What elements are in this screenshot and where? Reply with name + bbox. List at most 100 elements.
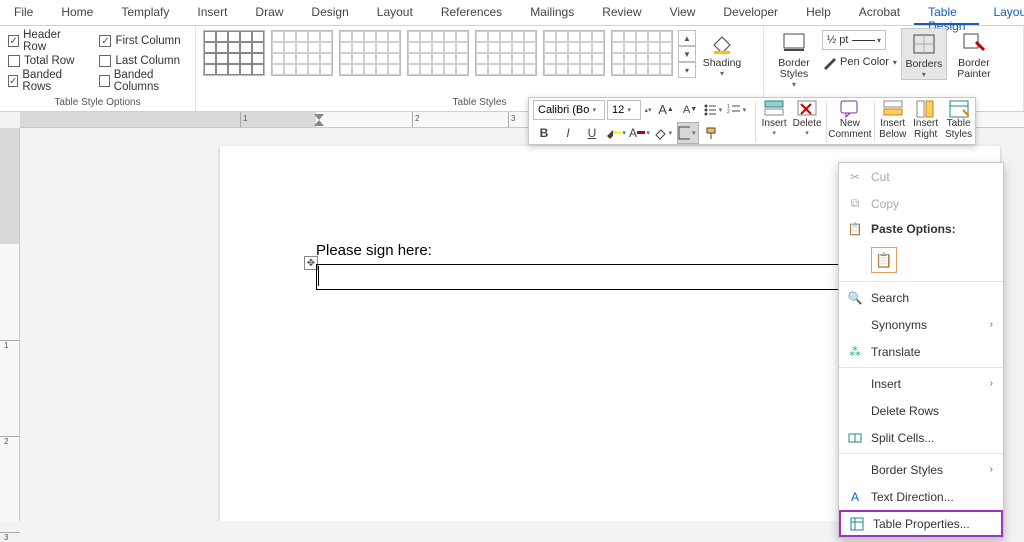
chk-banded-rows[interactable]: ✓Banded Rows xyxy=(6,72,83,90)
group-label-style-options: Table Style Options xyxy=(6,95,189,111)
border-styles-button[interactable]: Border Styles▾ xyxy=(770,28,818,89)
underline-button[interactable]: U xyxy=(581,122,603,144)
vertical-ruler[interactable]: 1 2 3 xyxy=(0,128,20,521)
shrink-font-button[interactable]: A▼ xyxy=(679,99,701,121)
context-menu: ✂Cut ⧉Copy 📋Paste Options: 📋 🔍Search Syn… xyxy=(838,162,1004,538)
chevron-right-icon: › xyxy=(990,464,993,475)
tab-file[interactable]: File xyxy=(0,0,47,25)
chk-last-column[interactable]: Last Column xyxy=(97,52,189,70)
mini-delete-button[interactable]: Delete▾ xyxy=(791,98,824,144)
search-icon: 🔍 xyxy=(847,290,863,306)
table-style-thumb[interactable] xyxy=(271,30,333,76)
insert-below-icon xyxy=(883,100,903,118)
tab-layout-context[interactable]: Layout xyxy=(979,0,1024,25)
chk-header-row[interactable]: ✓Header Row xyxy=(6,32,83,50)
svg-text:2: 2 xyxy=(727,109,730,115)
borders-mini-button[interactable]: ▾ xyxy=(677,122,699,144)
table-styles-icon xyxy=(949,100,969,118)
chk-first-column[interactable]: ✓First Column xyxy=(97,32,189,50)
pen-weight-select[interactable]: ½ pt▾ xyxy=(822,30,897,50)
paste-keep-source-button[interactable]: 📋 xyxy=(871,247,897,273)
highlight-button[interactable]: ▾ xyxy=(605,122,627,144)
tab-developer[interactable]: Developer xyxy=(709,0,792,25)
italic-button[interactable]: I xyxy=(557,122,579,144)
pen-color-button[interactable]: Pen Color▾ xyxy=(822,52,897,72)
ctx-insert[interactable]: Insert› xyxy=(839,370,1003,397)
insert-below-button[interactable]: Insert Below xyxy=(876,98,909,144)
tab-review[interactable]: Review xyxy=(588,0,655,25)
tab-help[interactable]: Help xyxy=(792,0,845,25)
scissors-icon: ✂ xyxy=(847,169,863,185)
tab-templafy[interactable]: Templafy xyxy=(107,0,183,25)
mini-toolbar: Calibri (Bo▾ 12▾ ▴▾ A▲ A▼ ▾ 12▾ B I U ▾ … xyxy=(528,97,976,145)
grow-font-button[interactable]: A▲ xyxy=(655,99,677,121)
bullets-button[interactable]: ▾ xyxy=(703,99,725,121)
ctx-search[interactable]: 🔍Search xyxy=(839,284,1003,311)
ctx-cut[interactable]: ✂Cut xyxy=(839,163,1003,190)
translate-icon: ⁂ xyxy=(847,344,863,360)
tab-mailings[interactable]: Mailings xyxy=(516,0,588,25)
font-color-button[interactable]: A▾ xyxy=(629,122,651,144)
tab-design[interactable]: Design xyxy=(297,0,362,25)
table-properties-icon xyxy=(849,516,865,532)
ctx-text-direction[interactable]: AText Direction... xyxy=(839,483,1003,510)
gallery-spinner[interactable]: ▲▼▾ xyxy=(678,30,696,78)
border-painter-button[interactable]: Border Painter xyxy=(951,28,997,80)
tab-layout[interactable]: Layout xyxy=(363,0,427,25)
format-painter-button[interactable] xyxy=(701,122,723,144)
ctx-delete-rows[interactable]: Delete Rows xyxy=(839,397,1003,424)
table-style-thumb[interactable] xyxy=(611,30,673,76)
font-select[interactable]: Calibri (Bo▾ xyxy=(533,100,605,120)
chk-banded-columns[interactable]: Banded Columns xyxy=(97,72,189,90)
pen-icon xyxy=(822,54,838,70)
table-style-thumb[interactable] xyxy=(339,30,401,76)
insert-right-button[interactable]: Insert Right xyxy=(909,98,942,144)
tab-references[interactable]: References xyxy=(427,0,516,25)
bold-button[interactable]: B xyxy=(533,122,555,144)
text-direction-icon: A xyxy=(847,489,863,505)
tab-table-design[interactable]: Table Design xyxy=(914,0,979,25)
ctx-synonyms[interactable]: Synonyms› xyxy=(839,311,1003,338)
tab-acrobat[interactable]: Acrobat xyxy=(845,0,914,25)
indent-marker-icon[interactable] xyxy=(312,112,326,128)
ctx-copy[interactable]: ⧉Copy xyxy=(839,190,1003,217)
menu-tabs: File Home Templafy Insert Draw Design La… xyxy=(0,0,1024,26)
table-style-thumb[interactable] xyxy=(543,30,605,76)
chk-total-row[interactable]: Total Row xyxy=(6,52,83,70)
table-style-thumb[interactable] xyxy=(203,30,265,76)
ctx-split-cells[interactable]: Split Cells... xyxy=(839,424,1003,451)
mini-table-styles-button[interactable]: Table Styles xyxy=(942,98,975,144)
borders-button[interactable]: Borders▾ xyxy=(901,28,947,80)
delete-rows-icon xyxy=(797,100,817,118)
new-comment-button[interactable]: New Comment xyxy=(828,98,871,144)
font-size-select[interactable]: 12▾ xyxy=(607,100,641,120)
tab-view[interactable]: View xyxy=(656,0,710,25)
shading-button[interactable]: Shading▾ xyxy=(700,28,744,78)
chevron-right-icon: › xyxy=(990,378,993,389)
table-style-thumb[interactable] xyxy=(407,30,469,76)
text-cursor xyxy=(318,266,319,286)
shading-mini-button[interactable]: ▾ xyxy=(653,122,675,144)
insert-right-icon xyxy=(916,100,936,118)
borders-icon xyxy=(911,31,937,57)
ctx-table-properties[interactable]: Table Properties... xyxy=(839,510,1003,537)
ctx-translate[interactable]: ⁂Translate xyxy=(839,338,1003,365)
copy-icon: ⧉ xyxy=(847,196,863,212)
split-cells-icon xyxy=(847,430,863,446)
numbering-button[interactable]: 12▾ xyxy=(727,99,749,121)
tab-draw[interactable]: Draw xyxy=(241,0,297,25)
document-text[interactable]: Please sign here: xyxy=(316,242,432,259)
tab-home[interactable]: Home xyxy=(47,0,107,25)
group-table-style-options: ✓Header Row Total Row ✓Banded Rows ✓Firs… xyxy=(0,26,196,111)
ctx-border-styles[interactable]: Border Styles› xyxy=(839,456,1003,483)
mini-insert-button[interactable]: Insert▾ xyxy=(758,98,791,144)
border-painter-icon xyxy=(961,30,987,56)
ctx-paste-options: 📋Paste Options: 📋 xyxy=(839,217,1003,279)
table-style-thumb[interactable] xyxy=(475,30,537,76)
bucket-icon xyxy=(709,30,735,56)
chevron-right-icon: › xyxy=(990,319,993,330)
tab-insert[interactable]: Insert xyxy=(183,0,241,25)
clipboard-icon: 📋 xyxy=(847,221,863,237)
insert-rows-icon xyxy=(764,100,784,118)
font-size-step-icon[interactable]: ▴▾ xyxy=(643,106,653,114)
